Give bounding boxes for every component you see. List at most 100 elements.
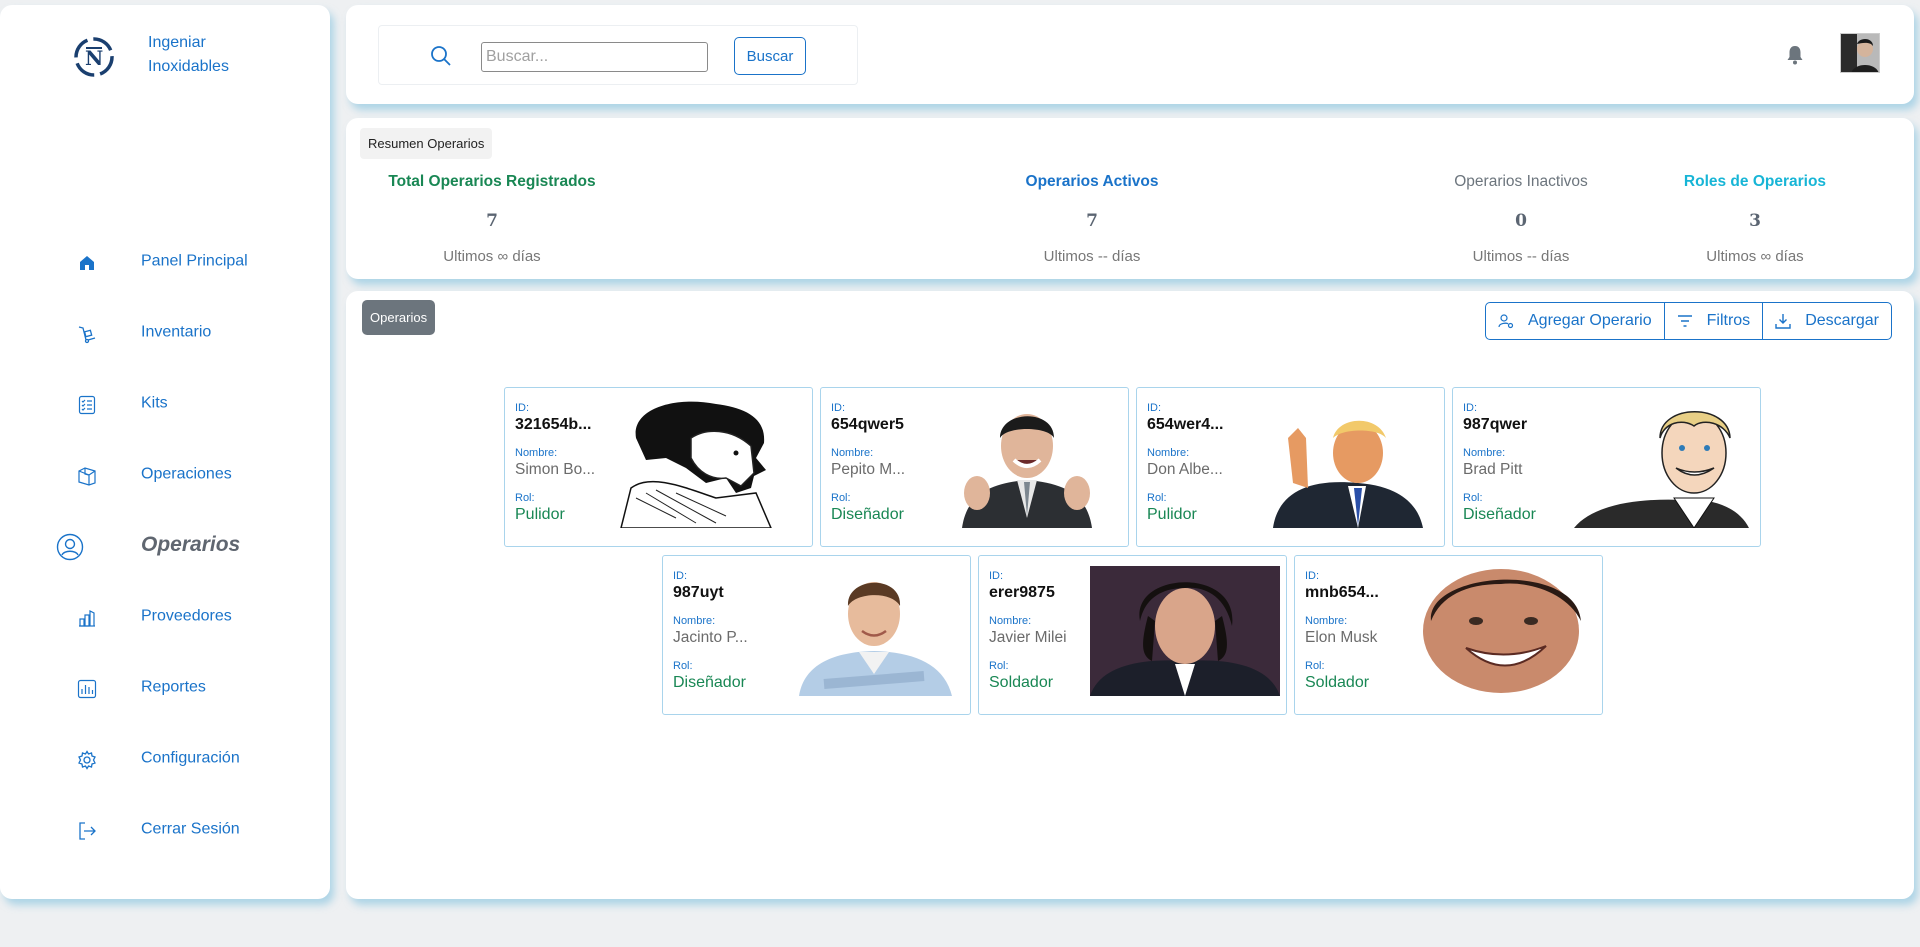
stat-roles-operarios: Roles de Operarios 3 Ultimos ∞ días (1605, 173, 1905, 265)
sidebar-item-reportes[interactable]: Reportes (0, 653, 330, 724)
filters-label: Filtros (1706, 312, 1751, 329)
sidebar-item-label: Kits (141, 394, 168, 412)
home-icon (76, 252, 98, 274)
search-input[interactable] (481, 42, 708, 72)
name-label: Nombre: (831, 447, 874, 459)
brand-name: Ingeniar Inoxidables (148, 34, 229, 75)
operator-id: mnb654... (1305, 584, 1379, 601)
operator-role: Diseñador (673, 674, 746, 691)
operator-role: Pulidor (1147, 506, 1197, 523)
sidebar-item-inventario[interactable]: Inventario (0, 298, 330, 369)
sidebar-item-proveedores[interactable]: Proveedores (0, 582, 330, 653)
id-label: ID: (989, 570, 1004, 582)
stat-period: Ultimos ∞ días (443, 248, 541, 265)
name-label: Nombre: (515, 447, 558, 459)
search-button[interactable]: Buscar (734, 37, 806, 75)
role-label: Rol: (515, 492, 535, 504)
role-label: Rol: (1305, 660, 1325, 672)
sidebar-item-label: Configuración (141, 749, 240, 767)
operator-role: Diseñador (1463, 506, 1536, 523)
download-button[interactable]: Descargar (1763, 302, 1892, 340)
stat-period: Ultimos ∞ días (1706, 248, 1804, 265)
sidebar-item-label: Panel Principal (141, 252, 248, 270)
summary-title: Resumen Operarios (360, 128, 493, 159)
sidebar-item-kits[interactable]: Kits (0, 369, 330, 440)
name-label: Nombre: (1305, 615, 1348, 627)
user-circle-icon (56, 533, 84, 561)
download-label: Descargar (1805, 312, 1879, 329)
add-operator-button[interactable]: Agregar Operario (1485, 302, 1665, 340)
stat-title: Roles de Operarios (1683, 173, 1827, 190)
operator-card[interactable]: ID: erer9875 Nombre: Javier Milei Rol: S… (978, 555, 1287, 715)
operator-card[interactable]: ID: 987qwer Nombre: Brad Pitt Rol: Diseñ… (1452, 387, 1761, 547)
stat-title: Total Operarios Registrados (388, 173, 596, 190)
operator-role: Pulidor (515, 506, 565, 523)
operator-name: Javier Milei (989, 629, 1067, 646)
operator-card[interactable]: ID: 654qwer5 Nombre: Pepito M... Rol: Di… (820, 387, 1129, 547)
stat-period: Ultimos -- días (1043, 248, 1141, 265)
logout-icon (76, 820, 98, 842)
search-icon[interactable] (429, 44, 453, 68)
operator-card[interactable]: ID: 654wer4... Nombre: Don Albe... Rol: … (1136, 387, 1445, 547)
id-label: ID: (1305, 570, 1320, 582)
summary-panel: Resumen Operarios Total Operarios Regist… (346, 118, 1914, 279)
operator-card[interactable]: ID: 321654b... Nombre: Simon Bo... Rol: … (504, 387, 813, 547)
role-label: Rol: (1463, 492, 1483, 504)
id-label: ID: (673, 570, 688, 582)
inventory-icon (76, 323, 98, 345)
operator-name: Pepito M... (831, 461, 906, 478)
operator-role: Soldador (989, 674, 1054, 691)
name-label: Nombre: (673, 615, 716, 627)
toolbar: Agregar Operario Filtros Descargar (1485, 302, 1892, 340)
stat-total-operarios: Total Operarios Registrados 7 Ultimos ∞ … (342, 173, 642, 265)
sidebar-item-label: Inventario (141, 323, 212, 341)
bell-icon[interactable] (1786, 45, 1804, 65)
operator-photo (1090, 566, 1280, 696)
name-label: Nombre: (989, 615, 1032, 627)
operator-role: Soldador (1305, 674, 1370, 691)
name-label: Nombre: (1147, 447, 1190, 459)
checklist-icon (76, 394, 98, 416)
operator-id: 654qwer5 (831, 416, 904, 433)
operator-role: Diseñador (831, 506, 904, 523)
download-icon (1775, 314, 1791, 329)
sidebar-nav: Panel Principal Inventario Kits Operacio… (0, 227, 330, 866)
id-label: ID: (1147, 402, 1162, 414)
operator-id: 987uyt (673, 584, 724, 601)
brand: N Ingeniar Inoxidables (72, 34, 238, 79)
filters-button[interactable]: Filtros (1664, 302, 1764, 340)
operator-photo (932, 398, 1122, 528)
operator-photo (1564, 398, 1754, 528)
stat-operarios-activos: Operarios Activos 7 Ultimos -- días (942, 173, 1242, 265)
id-label: ID: (1463, 402, 1478, 414)
sidebar-item-label: Proveedores (141, 607, 232, 625)
filter-icon (1677, 315, 1692, 327)
search-bar: Buscar (378, 25, 858, 85)
role-label: Rol: (1147, 492, 1167, 504)
stat-value: 7 (1086, 211, 1098, 231)
tab-operarios[interactable]: Operarios (362, 300, 436, 335)
sidebar-item-operarios[interactable]: Operarios (0, 511, 330, 582)
operator-card[interactable]: ID: mnb654... Nombre: Elon Musk Rol: Sol… (1294, 555, 1603, 715)
stat-value: 3 (1749, 211, 1761, 231)
operator-card[interactable]: ID: 987uyt Nombre: Jacinto P... Rol: Dis… (662, 555, 971, 715)
sidebar-item-operaciones[interactable]: Operaciones (0, 440, 330, 511)
sidebar-item-cerrar-sesion[interactable]: Cerrar Sesión (0, 795, 330, 866)
operator-photo (774, 566, 964, 696)
operator-id: 654wer4... (1147, 416, 1224, 433)
role-label: Rol: (989, 660, 1009, 672)
role-label: Rol: (831, 492, 851, 504)
svg-text:N: N (85, 46, 103, 70)
building-icon (76, 607, 98, 629)
sidebar-item-label: Cerrar Sesión (141, 820, 240, 838)
sidebar-item-panel-principal[interactable]: Panel Principal (0, 227, 330, 298)
add-operator-label: Agregar Operario (1528, 312, 1652, 329)
user-gear-icon (1498, 314, 1514, 329)
operator-name: Simon Bo... (515, 461, 596, 478)
sidebar-item-label: Reportes (141, 678, 206, 696)
avatar[interactable] (1840, 33, 1880, 73)
operator-name: Elon Musk (1305, 629, 1378, 646)
stat-title: Operarios Activos (1025, 173, 1159, 190)
operator-photo (616, 398, 806, 528)
sidebar-item-configuracion[interactable]: Configuración (0, 724, 330, 795)
